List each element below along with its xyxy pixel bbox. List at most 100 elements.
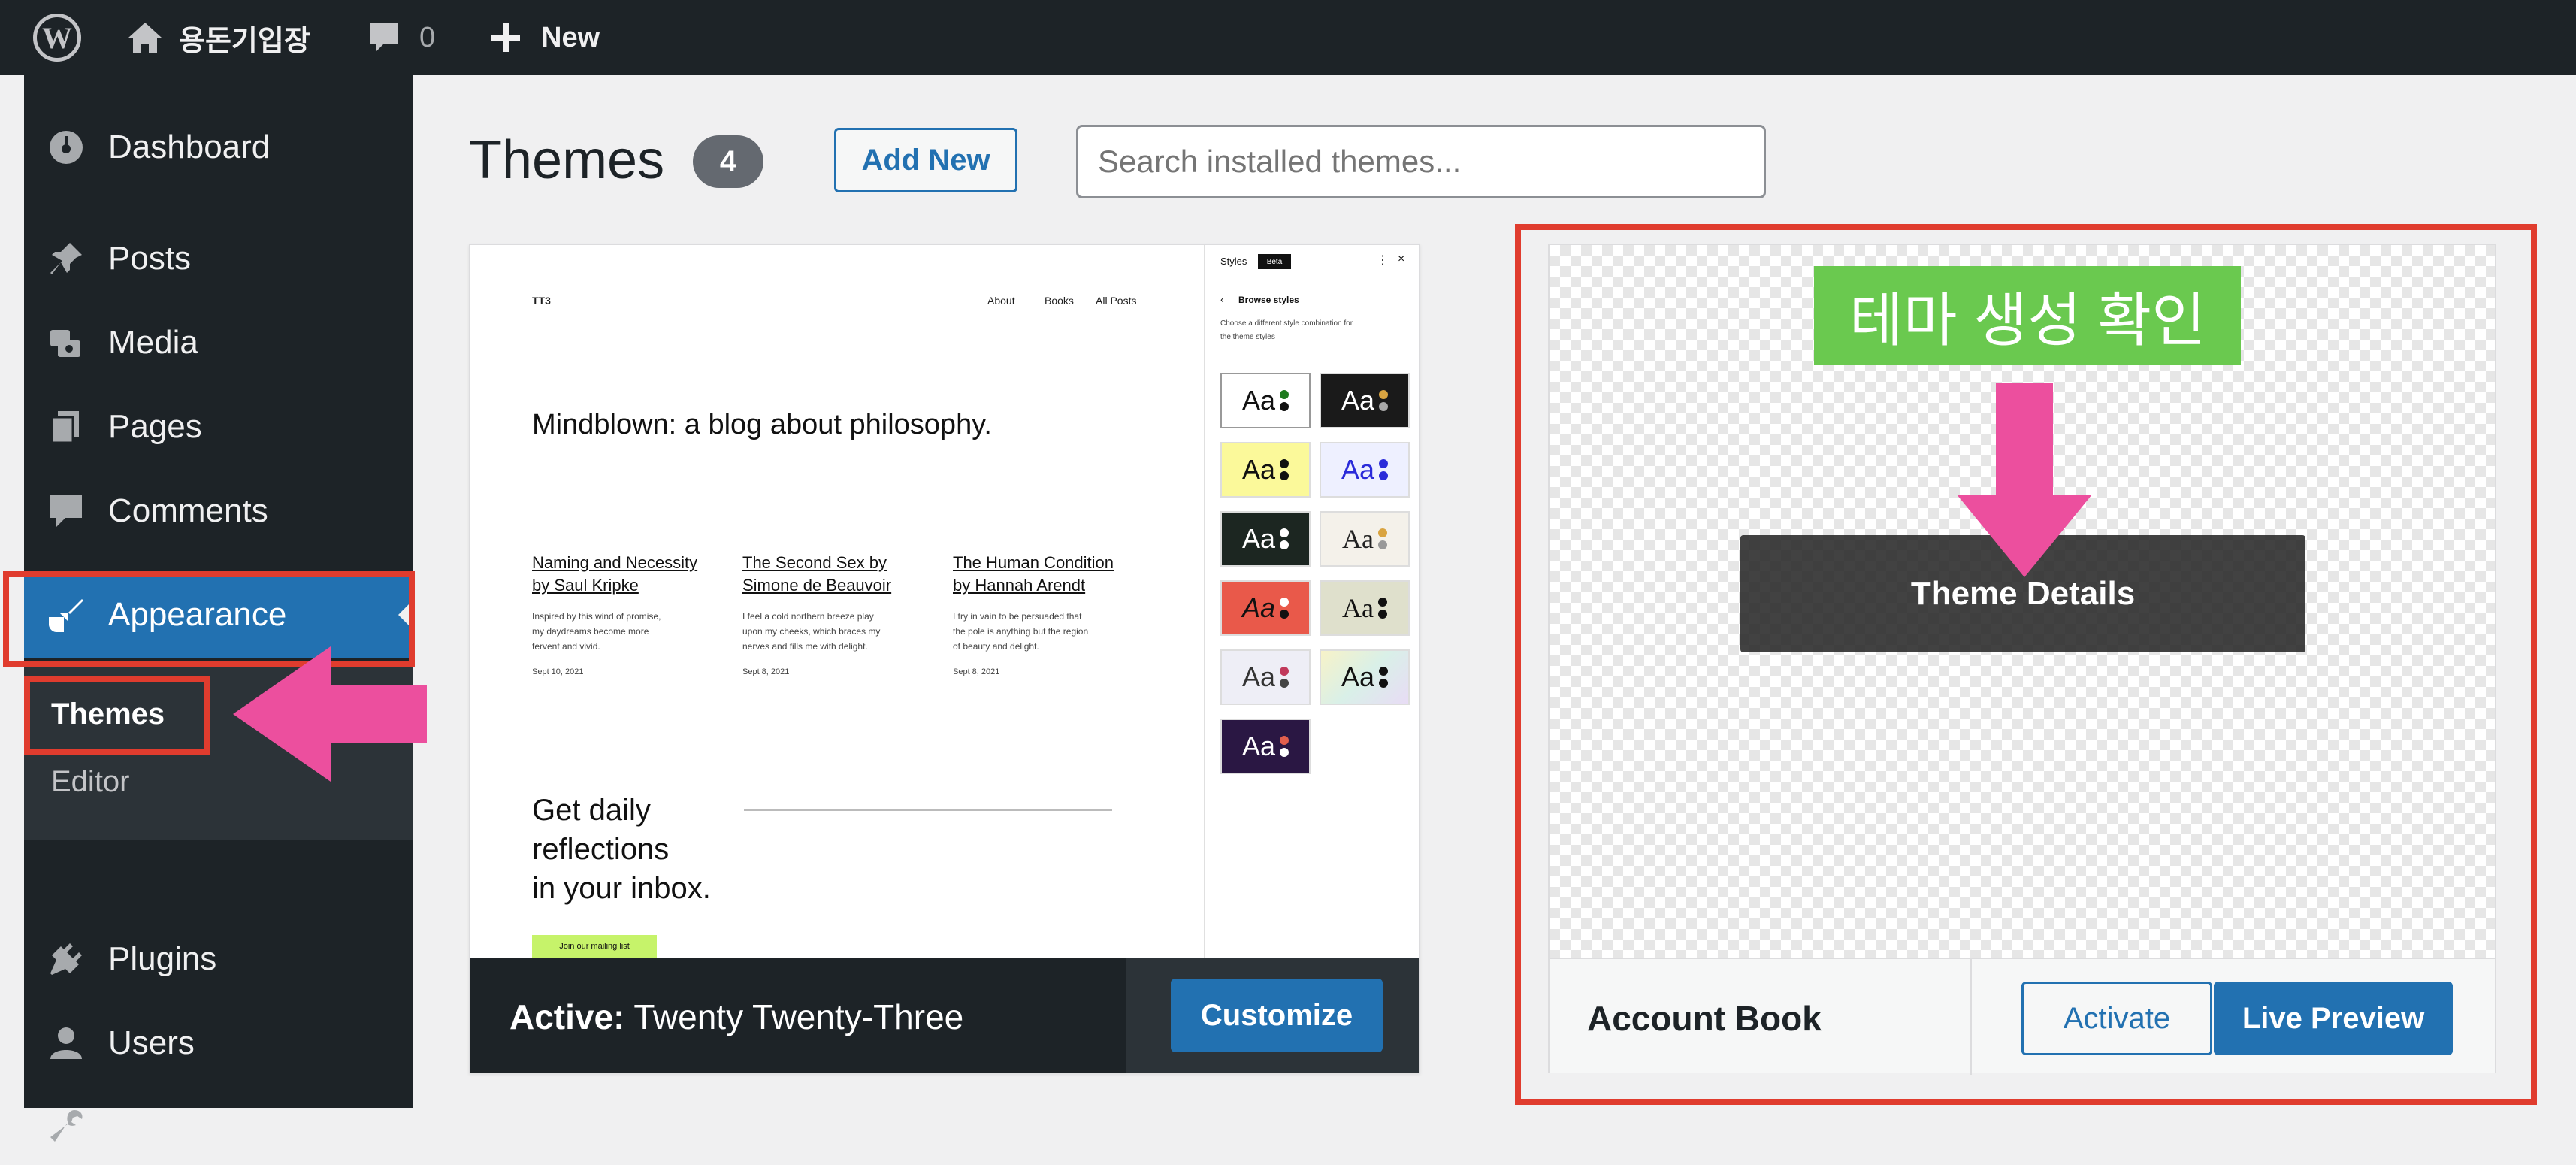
comment-bubble-icon bbox=[370, 23, 398, 52]
style-variation-swatch: Aa bbox=[1220, 719, 1311, 774]
preview-post-excerpt: Inspired by this wind of promise, bbox=[532, 611, 661, 622]
preview-nav-item: All Posts bbox=[1096, 295, 1137, 307]
preview-post-excerpt: I try in vain to be persuaded that bbox=[953, 611, 1082, 622]
styles-close-icon: × bbox=[1398, 253, 1405, 265]
preview-post-date: Sept 10, 2021 bbox=[532, 667, 584, 676]
admin-bar: W 용돈기입장 0 New bbox=[0, 0, 2576, 75]
sidebar-item-users[interactable]: Users bbox=[24, 1004, 413, 1082]
wordpress-logo-icon[interactable]: W bbox=[33, 0, 81, 75]
preview-headline: Mindblown: a blog about philosophy. bbox=[532, 409, 992, 440]
preview-post-date: Sept 8, 2021 bbox=[742, 667, 790, 676]
preview-post: The Second Sex by Simone de Beauvoir I f… bbox=[742, 553, 938, 679]
wrench-icon bbox=[44, 1103, 89, 1148]
styles-panel-title: Styles bbox=[1220, 256, 1247, 267]
preview-subscribe-line: reflections bbox=[532, 833, 670, 866]
style-variation-swatch: Aa bbox=[1220, 373, 1311, 428]
site-name-link[interactable]: 용돈기입장 bbox=[126, 0, 310, 75]
preview-post-title: by Saul Kripke bbox=[532, 576, 639, 595]
preview-post-title: The Second Sex by bbox=[742, 553, 887, 572]
sidebar-label: Media bbox=[108, 324, 198, 361]
preview-post-excerpt: of beauty and delight. bbox=[953, 641, 1039, 652]
customize-button[interactable]: Customize bbox=[1171, 979, 1383, 1052]
pushpin-icon bbox=[44, 236, 89, 281]
sidebar-item-media[interactable]: Media bbox=[24, 304, 413, 382]
preview-post-excerpt: upon my cheeks, which braces my bbox=[742, 626, 881, 637]
new-label: New bbox=[541, 21, 600, 53]
pages-icon bbox=[44, 404, 89, 449]
sidebar-label: Plugins bbox=[108, 940, 217, 977]
annotation-label: 테마 생성 확인 bbox=[1814, 266, 2241, 365]
styles-back-chevron-icon: ‹ bbox=[1220, 293, 1224, 305]
sidebar-item-comments[interactable]: Comments bbox=[24, 472, 413, 550]
sidebar-label: Users bbox=[108, 1024, 195, 1061]
new-content-link[interactable]: New bbox=[488, 0, 600, 75]
preview-join-button: Join our mailing list bbox=[532, 935, 657, 958]
sidebar-label: Dashboard bbox=[108, 129, 271, 165]
comment-bubble-icon bbox=[44, 489, 89, 534]
preview-post-title: by Hannah Arendt bbox=[953, 576, 1086, 595]
preview-post-excerpt: nerves and fills me with delight. bbox=[742, 641, 868, 652]
active-label: Active: bbox=[509, 997, 625, 1036]
plugin-plug-icon bbox=[44, 937, 89, 982]
styles-description: Choose a different style combination for… bbox=[1220, 317, 1353, 344]
sidebar-label: Tools bbox=[108, 1107, 186, 1144]
sidebar-item-dashboard[interactable]: Dashboard bbox=[24, 108, 413, 186]
preview-site-title: TT3 bbox=[532, 295, 551, 307]
themes-highlight-box bbox=[24, 676, 210, 755]
styles-description-line: Choose a different style combination for bbox=[1220, 319, 1353, 328]
preview-post-title: Naming and Necessity bbox=[532, 553, 698, 572]
active-theme-title: Twenty Twenty-Three bbox=[633, 997, 964, 1036]
style-variation-swatch: Aa bbox=[1320, 580, 1410, 636]
style-variation-swatch: Aa bbox=[1220, 442, 1311, 498]
preview-divider bbox=[744, 809, 1112, 811]
preview-subscribe-line: in your inbox. bbox=[532, 872, 711, 905]
preview-nav-item: About bbox=[987, 295, 1015, 307]
preview-subscribe-line: Get daily bbox=[532, 794, 651, 827]
sidebar-label: Pages bbox=[108, 408, 202, 445]
styles-description-line: the theme styles bbox=[1220, 333, 1275, 341]
active-theme-card[interactable]: TT3 About Books All Posts Mindblown: a b… bbox=[469, 244, 1420, 1073]
page-title: Themes bbox=[469, 130, 665, 190]
style-variation-swatch: Aa bbox=[1320, 442, 1410, 498]
theme-count-badge: 4 bbox=[693, 135, 763, 188]
active-theme-name: Active: Twenty Twenty-Three bbox=[509, 997, 963, 1037]
sidebar-item-posts[interactable]: Posts bbox=[24, 219, 413, 298]
user-icon bbox=[44, 1021, 89, 1066]
comments-count: 0 bbox=[419, 21, 436, 53]
style-variation-swatch: Aa bbox=[1220, 511, 1311, 567]
search-themes-input[interactable] bbox=[1076, 125, 1766, 198]
site-name: 용돈기입장 bbox=[179, 25, 310, 57]
preview-post-excerpt: I feel a cold northern breeze play bbox=[742, 611, 874, 622]
style-variation-swatch: Aa bbox=[1320, 511, 1410, 567]
comments-link[interactable]: 0 bbox=[367, 0, 435, 75]
styles-beta-badge: Beta bbox=[1258, 254, 1291, 269]
sidebar-label: Posts bbox=[108, 240, 192, 277]
submenu-item-editor[interactable]: Editor bbox=[51, 765, 130, 799]
preview-post-excerpt: my daydreams become more bbox=[532, 626, 649, 637]
preview-post-title: The Human Condition bbox=[953, 553, 1114, 572]
sidebar-item-pages[interactable]: Pages bbox=[24, 388, 413, 466]
preview-post: The Human Condition by Hannah Arendt I t… bbox=[953, 553, 1148, 679]
add-new-button[interactable]: Add New bbox=[834, 128, 1017, 192]
style-variation-swatch: Aa bbox=[1320, 649, 1410, 705]
preview-post: Naming and Necessity by Saul Kripke Insp… bbox=[532, 553, 727, 679]
pointer-arrow-left-icon bbox=[233, 646, 427, 782]
preview-post-title: Simone de Beauvoir bbox=[742, 576, 892, 595]
preview-post-excerpt: the pole is anything but the region bbox=[953, 626, 1089, 637]
sidebar-label: Comments bbox=[108, 492, 268, 529]
dashboard-gauge-icon bbox=[44, 125, 89, 170]
styles-more-icon: ⋮ bbox=[1377, 254, 1389, 267]
active-theme-screenshot: TT3 About Books All Posts Mindblown: a b… bbox=[470, 245, 1419, 958]
preview-post-excerpt: fervent and vivid. bbox=[532, 641, 600, 652]
sidebar-item-tools[interactable]: Tools bbox=[24, 1087, 413, 1165]
style-variation-swatch: Aa bbox=[1220, 580, 1311, 636]
home-icon bbox=[128, 23, 162, 53]
style-variation-swatch: Aa bbox=[1320, 373, 1410, 428]
styles-back-label: Browse styles bbox=[1238, 295, 1299, 305]
preview-styles-panel: Styles Beta ⋮ × ‹ Browse styles Choose a… bbox=[1204, 245, 1419, 958]
preview-post-date: Sept 8, 2021 bbox=[953, 667, 1000, 676]
active-theme-footer: Active: Twenty Twenty-Three Customize bbox=[470, 958, 1419, 1073]
sidebar-item-plugins[interactable]: Plugins bbox=[24, 920, 413, 998]
media-camera-icon bbox=[44, 320, 89, 365]
preview-nav-item: Books bbox=[1045, 295, 1074, 307]
